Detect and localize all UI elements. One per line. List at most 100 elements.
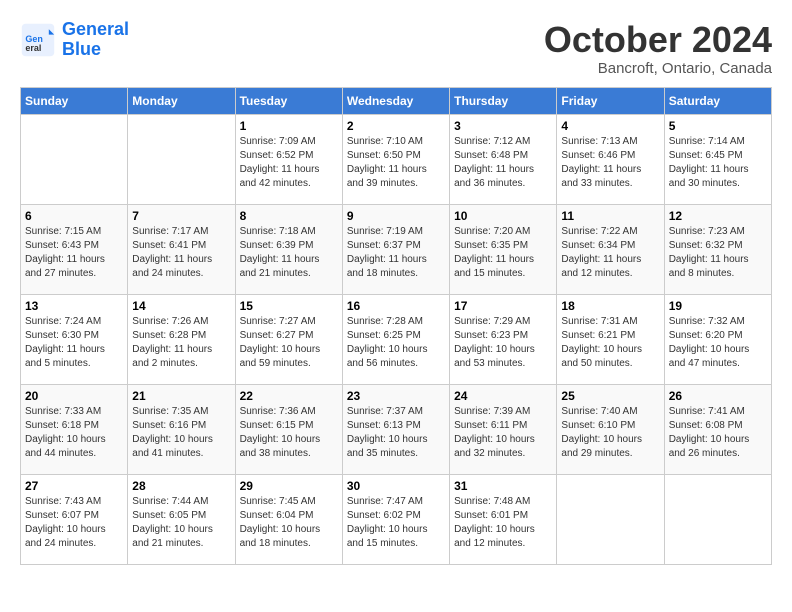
day-info: Sunrise: 7:26 AMSunset: 6:28 PMDaylight:… [132, 315, 230, 371]
day-number: 21 [132, 389, 230, 403]
day-cell: 2 Sunrise: 7:10 AMSunset: 6:50 PMDayligh… [342, 114, 449, 204]
day-cell: 30 Sunrise: 7:47 AMSunset: 6:02 PMDaylig… [342, 474, 449, 564]
day-cell: 1 Sunrise: 7:09 AMSunset: 6:52 PMDayligh… [235, 114, 342, 204]
day-info: Sunrise: 7:35 AMSunset: 6:16 PMDaylight:… [132, 405, 230, 461]
logo-icon: Gen eral [20, 22, 56, 58]
day-info: Sunrise: 7:18 AMSunset: 6:39 PMDaylight:… [240, 225, 338, 281]
day-cell: 20 Sunrise: 7:33 AMSunset: 6:18 PMDaylig… [21, 384, 128, 474]
week-row-2: 6 Sunrise: 7:15 AMSunset: 6:43 PMDayligh… [21, 204, 772, 294]
day-info: Sunrise: 7:15 AMSunset: 6:43 PMDaylight:… [25, 225, 123, 281]
day-info: Sunrise: 7:28 AMSunset: 6:25 PMDaylight:… [347, 315, 445, 371]
day-number: 23 [347, 389, 445, 403]
day-cell: 28 Sunrise: 7:44 AMSunset: 6:05 PMDaylig… [128, 474, 235, 564]
day-cell: 25 Sunrise: 7:40 AMSunset: 6:10 PMDaylig… [557, 384, 664, 474]
day-number: 17 [454, 299, 552, 313]
day-info: Sunrise: 7:24 AMSunset: 6:30 PMDaylight:… [25, 315, 123, 371]
day-cell [21, 114, 128, 204]
day-info: Sunrise: 7:48 AMSunset: 6:01 PMDaylight:… [454, 495, 552, 551]
weekday-header-thursday: Thursday [450, 87, 557, 114]
day-number: 14 [132, 299, 230, 313]
day-cell: 3 Sunrise: 7:12 AMSunset: 6:48 PMDayligh… [450, 114, 557, 204]
day-cell: 7 Sunrise: 7:17 AMSunset: 6:41 PMDayligh… [128, 204, 235, 294]
day-number: 26 [669, 389, 767, 403]
day-info: Sunrise: 7:09 AMSunset: 6:52 PMDaylight:… [240, 135, 338, 191]
day-cell: 26 Sunrise: 7:41 AMSunset: 6:08 PMDaylig… [664, 384, 771, 474]
day-info: Sunrise: 7:36 AMSunset: 6:15 PMDaylight:… [240, 405, 338, 461]
day-number: 19 [669, 299, 767, 313]
day-number: 29 [240, 479, 338, 493]
day-cell: 8 Sunrise: 7:18 AMSunset: 6:39 PMDayligh… [235, 204, 342, 294]
day-cell: 21 Sunrise: 7:35 AMSunset: 6:16 PMDaylig… [128, 384, 235, 474]
day-number: 6 [25, 209, 123, 223]
day-info: Sunrise: 7:33 AMSunset: 6:18 PMDaylight:… [25, 405, 123, 461]
day-number: 18 [561, 299, 659, 313]
day-info: Sunrise: 7:32 AMSunset: 6:20 PMDaylight:… [669, 315, 767, 371]
weekday-header-saturday: Saturday [664, 87, 771, 114]
weekday-header-friday: Friday [557, 87, 664, 114]
day-info: Sunrise: 7:43 AMSunset: 6:07 PMDaylight:… [25, 495, 123, 551]
day-cell: 16 Sunrise: 7:28 AMSunset: 6:25 PMDaylig… [342, 294, 449, 384]
day-info: Sunrise: 7:17 AMSunset: 6:41 PMDaylight:… [132, 225, 230, 281]
day-cell: 12 Sunrise: 7:23 AMSunset: 6:32 PMDaylig… [664, 204, 771, 294]
day-info: Sunrise: 7:39 AMSunset: 6:11 PMDaylight:… [454, 405, 552, 461]
day-cell: 18 Sunrise: 7:31 AMSunset: 6:21 PMDaylig… [557, 294, 664, 384]
day-cell: 29 Sunrise: 7:45 AMSunset: 6:04 PMDaylig… [235, 474, 342, 564]
day-cell: 13 Sunrise: 7:24 AMSunset: 6:30 PMDaylig… [21, 294, 128, 384]
week-row-5: 27 Sunrise: 7:43 AMSunset: 6:07 PMDaylig… [21, 474, 772, 564]
day-number: 4 [561, 119, 659, 133]
day-info: Sunrise: 7:31 AMSunset: 6:21 PMDaylight:… [561, 315, 659, 371]
day-cell: 27 Sunrise: 7:43 AMSunset: 6:07 PMDaylig… [21, 474, 128, 564]
day-cell [664, 474, 771, 564]
day-cell: 9 Sunrise: 7:19 AMSunset: 6:37 PMDayligh… [342, 204, 449, 294]
day-number: 11 [561, 209, 659, 223]
day-cell: 4 Sunrise: 7:13 AMSunset: 6:46 PMDayligh… [557, 114, 664, 204]
day-info: Sunrise: 7:13 AMSunset: 6:46 PMDaylight:… [561, 135, 659, 191]
weekday-header-wednesday: Wednesday [342, 87, 449, 114]
day-number: 12 [669, 209, 767, 223]
day-number: 31 [454, 479, 552, 493]
week-row-3: 13 Sunrise: 7:24 AMSunset: 6:30 PMDaylig… [21, 294, 772, 384]
weekday-header-sunday: Sunday [21, 87, 128, 114]
day-info: Sunrise: 7:20 AMSunset: 6:35 PMDaylight:… [454, 225, 552, 281]
day-info: Sunrise: 7:45 AMSunset: 6:04 PMDaylight:… [240, 495, 338, 551]
week-row-4: 20 Sunrise: 7:33 AMSunset: 6:18 PMDaylig… [21, 384, 772, 474]
location-subtitle: Bancroft, Ontario, Canada [544, 60, 772, 77]
day-cell: 10 Sunrise: 7:20 AMSunset: 6:35 PMDaylig… [450, 204, 557, 294]
day-info: Sunrise: 7:37 AMSunset: 6:13 PMDaylight:… [347, 405, 445, 461]
weekday-header-monday: Monday [128, 87, 235, 114]
day-cell: 23 Sunrise: 7:37 AMSunset: 6:13 PMDaylig… [342, 384, 449, 474]
day-number: 2 [347, 119, 445, 133]
day-number: 15 [240, 299, 338, 313]
day-number: 16 [347, 299, 445, 313]
day-cell: 17 Sunrise: 7:29 AMSunset: 6:23 PMDaylig… [450, 294, 557, 384]
day-number: 3 [454, 119, 552, 133]
day-number: 30 [347, 479, 445, 493]
day-info: Sunrise: 7:22 AMSunset: 6:34 PMDaylight:… [561, 225, 659, 281]
day-number: 5 [669, 119, 767, 133]
logo-text: General Blue [62, 20, 129, 60]
svg-text:eral: eral [25, 43, 41, 53]
day-info: Sunrise: 7:40 AMSunset: 6:10 PMDaylight:… [561, 405, 659, 461]
day-number: 10 [454, 209, 552, 223]
day-cell: 31 Sunrise: 7:48 AMSunset: 6:01 PMDaylig… [450, 474, 557, 564]
day-cell: 19 Sunrise: 7:32 AMSunset: 6:20 PMDaylig… [664, 294, 771, 384]
day-info: Sunrise: 7:19 AMSunset: 6:37 PMDaylight:… [347, 225, 445, 281]
week-row-1: 1 Sunrise: 7:09 AMSunset: 6:52 PMDayligh… [21, 114, 772, 204]
day-number: 22 [240, 389, 338, 403]
weekday-header-tuesday: Tuesday [235, 87, 342, 114]
day-number: 7 [132, 209, 230, 223]
day-number: 20 [25, 389, 123, 403]
day-cell: 11 Sunrise: 7:22 AMSunset: 6:34 PMDaylig… [557, 204, 664, 294]
day-info: Sunrise: 7:14 AMSunset: 6:45 PMDaylight:… [669, 135, 767, 191]
title-section: October 2024 Bancroft, Ontario, Canada [544, 20, 772, 77]
day-cell: 5 Sunrise: 7:14 AMSunset: 6:45 PMDayligh… [664, 114, 771, 204]
calendar-table: SundayMondayTuesdayWednesdayThursdayFrid… [20, 87, 772, 565]
day-info: Sunrise: 7:23 AMSunset: 6:32 PMDaylight:… [669, 225, 767, 281]
day-number: 13 [25, 299, 123, 313]
day-number: 25 [561, 389, 659, 403]
day-info: Sunrise: 7:29 AMSunset: 6:23 PMDaylight:… [454, 315, 552, 371]
day-number: 9 [347, 209, 445, 223]
month-title: October 2024 [544, 20, 772, 60]
day-info: Sunrise: 7:41 AMSunset: 6:08 PMDaylight:… [669, 405, 767, 461]
day-cell: 15 Sunrise: 7:27 AMSunset: 6:27 PMDaylig… [235, 294, 342, 384]
